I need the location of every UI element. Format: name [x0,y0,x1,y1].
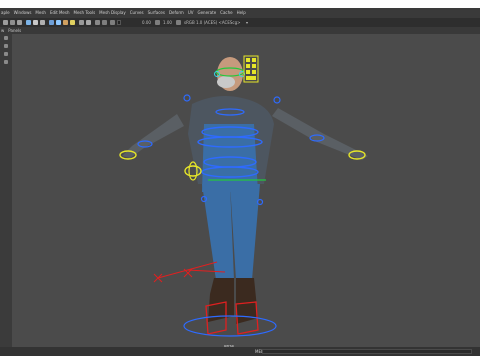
rotate-tool-icon[interactable] [4,60,8,64]
character-model [122,57,368,324]
menu-mesh-tools[interactable]: Mesh Tools [74,8,96,18]
resolution-gate-icon[interactable] [40,20,45,25]
menu-edit-mesh[interactable]: Edit Mesh [50,8,70,18]
panel-menu-panels[interactable]: Panels [8,27,21,34]
chevron-down-icon[interactable]: ▾ [246,18,248,27]
menu-mesh-display[interactable]: Mesh Display [99,8,126,18]
left-pole-vector-control[interactable] [153,273,163,283]
left-shoulder-control[interactable] [183,94,191,102]
menu-mesh[interactable]: Mesh [35,8,46,18]
camera-attributes-icon[interactable] [10,20,15,25]
right-arm [272,108,368,160]
view-transform-dropdown[interactable]: sRGB 1.0 (ACES) <ACEScg> [184,18,241,27]
face-slider-6[interactable] [252,70,256,74]
menu-deform[interactable]: Deform [169,8,184,18]
menu-surfaces[interactable]: Surfaces [148,8,165,18]
shadows-icon[interactable] [79,20,84,25]
smooth-shade-icon[interactable] [56,20,61,25]
right-leg [230,184,260,280]
menu-curves[interactable]: Curves [130,8,144,18]
command-input[interactable] [262,349,472,354]
viewport-toolbar: 0.00 1.00 sRGB 1.0 (ACES) <ACEScg> ▾ [0,18,480,27]
face-slider-4[interactable] [252,64,256,68]
maya-window: aple Windows Mesh Edit Mesh Mesh Tools M… [0,8,480,356]
gamma-icon[interactable] [155,20,160,25]
rigged-character-scene [119,55,368,337]
ambient-occlusion-icon[interactable] [86,20,91,25]
wireframe-icon[interactable] [49,20,54,25]
root-control[interactable] [183,315,277,337]
main-menu-bar: aple Windows Mesh Edit Mesh Mesh Tools M… [0,8,480,18]
panel-menu-view[interactable]: w [1,27,4,34]
lasso-tool-icon[interactable] [4,44,8,48]
beard [217,76,235,88]
perspective-viewport[interactable] [12,34,480,347]
exposure-value[interactable]: 0.00 [142,18,151,27]
face-slider-5[interactable] [246,70,250,74]
isolate-select-icon[interactable] [102,20,107,25]
face-slider-3[interactable] [246,64,250,68]
left-boot [208,278,234,322]
use-all-lights-icon[interactable] [70,20,75,25]
color-management-icon[interactable] [176,20,181,25]
command-line: MEL [0,347,480,356]
exposure-field-swatch [117,20,121,25]
textured-icon[interactable] [63,20,68,25]
face-slider-1[interactable] [246,58,250,62]
film-gate-icon[interactable] [33,20,38,25]
menu-help[interactable]: Help [237,8,246,18]
exposure-icon[interactable] [110,20,115,25]
menu-apple[interactable]: aple [1,8,10,18]
menu-generate[interactable]: Generate [197,8,216,18]
face-slider-2[interactable] [252,58,256,62]
gamma-value[interactable]: 1.00 [163,18,172,27]
select-camera-icon[interactable] [3,20,8,25]
select-tool-icon[interactable] [4,36,8,40]
toolbox [0,34,12,356]
grid-icon[interactable] [26,20,31,25]
face-slider-7[interactable] [246,76,256,80]
bookmark-icon[interactable] [17,20,22,25]
xray-icon[interactable] [95,20,100,25]
menu-windows[interactable]: Windows [14,8,32,18]
facial-control-board [243,55,259,83]
right-shoulder-control[interactable] [273,96,281,104]
menu-cache[interactable]: Cache [220,8,232,18]
menu-uv[interactable]: UV [188,8,194,18]
panel-menu-bar: w Panels [0,27,480,34]
move-tool-icon[interactable] [4,52,8,56]
